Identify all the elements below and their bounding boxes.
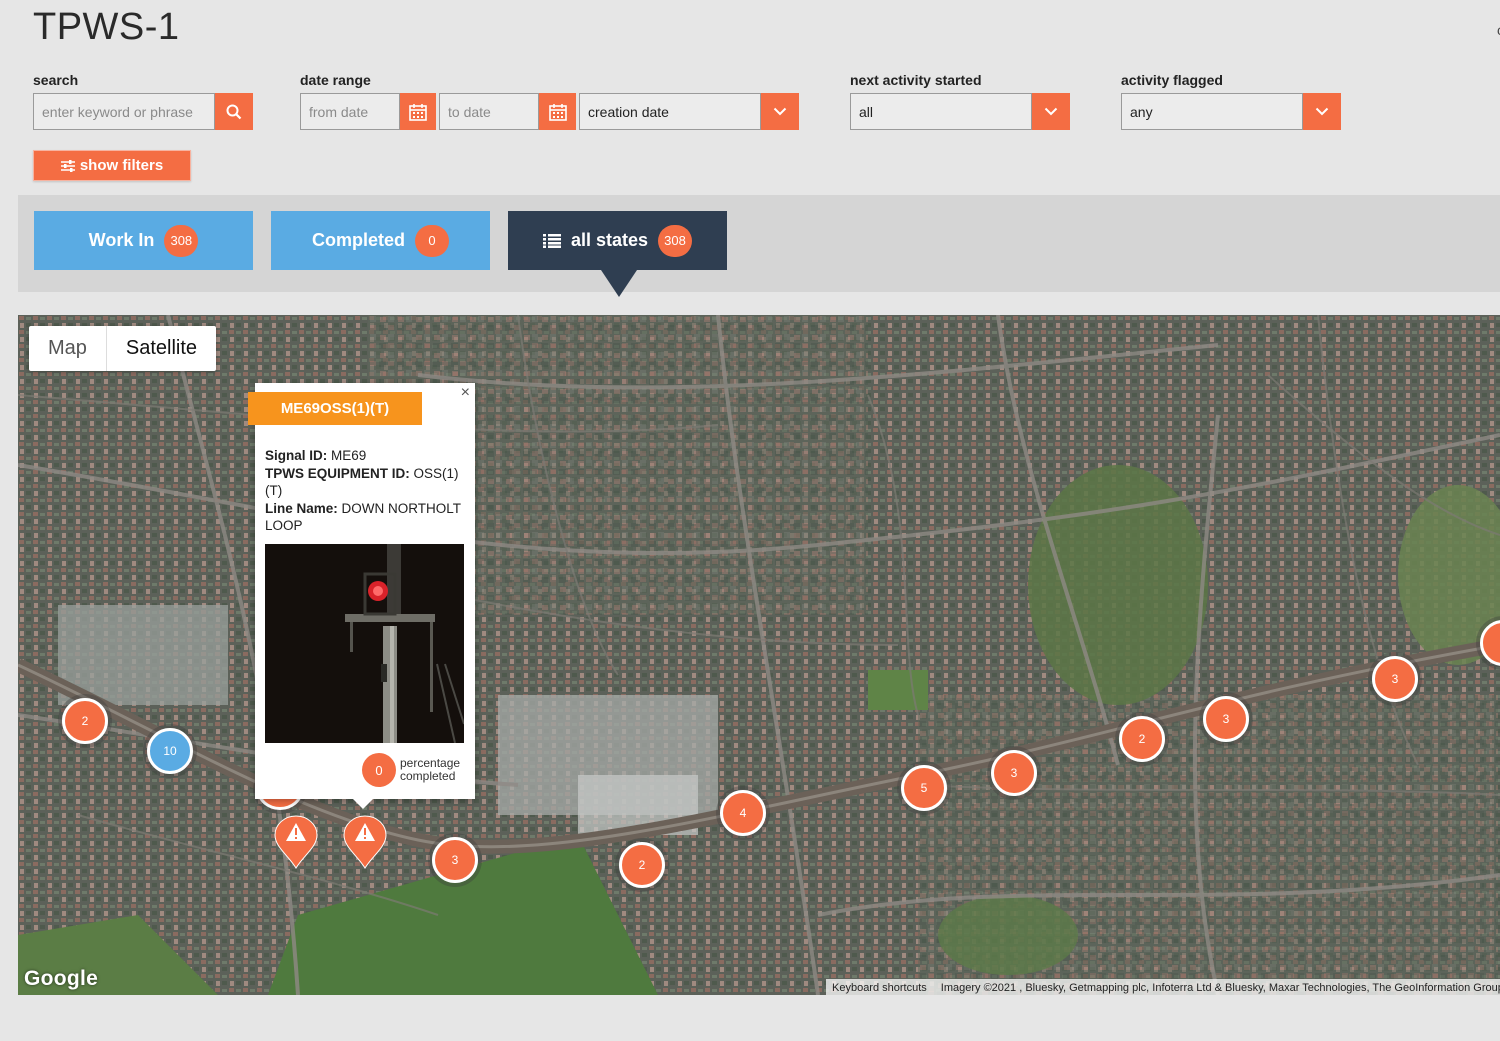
keyboard-shortcuts-link[interactable]: Keyboard shortcuts: [832, 982, 927, 994]
map-cluster-marker[interactable]: 4: [720, 790, 766, 836]
map-cluster-marker[interactable]: 3: [1203, 696, 1249, 742]
date-type-select[interactable]: creation date: [579, 93, 761, 130]
activity-flagged-dropdown-button[interactable]: [1303, 93, 1341, 130]
percentage-badge: 0: [362, 753, 396, 787]
activity-flagged-select[interactable]: any: [1121, 93, 1303, 130]
imagery-credit: Imagery ©2021 , Bluesky, Getmapping plc,…: [940, 981, 1500, 994]
tab-label: Work In: [88, 230, 155, 250]
map-view[interactable]: Map Satellite 2 10 3 2 4 5 3 2 3 3 × ME6…: [18, 315, 1500, 995]
search-icon: [226, 104, 242, 119]
satellite-imagery: [18, 315, 1500, 995]
chevron-down-icon: [1315, 107, 1329, 116]
next-activity-label: next activity started: [850, 72, 982, 88]
calendar-icon: [548, 103, 567, 121]
next-activity-dropdown-button[interactable]: [1032, 93, 1070, 130]
map-cluster-marker[interactable]: 3: [1372, 656, 1418, 702]
search-button[interactable]: [215, 93, 253, 130]
date-range-label: date range: [300, 72, 371, 88]
close-icon[interactable]: ×: [461, 384, 470, 402]
tab-label: Completed: [311, 230, 405, 250]
map-type-control: Map Satellite: [29, 326, 217, 371]
list-icon: [542, 233, 561, 248]
signal-id-value: ME69: [331, 448, 367, 463]
warning-map-pin[interactable]: [274, 815, 318, 869]
count-badge: 308: [658, 224, 693, 257]
show-filters-button[interactable]: show filters: [33, 150, 191, 181]
marker-info-popup: × ME69OSS(1)(T) Signal ID: ME69 TPWS EQU…: [248, 383, 475, 799]
popup-tail: [352, 798, 374, 809]
from-date-calendar-button[interactable]: [400, 93, 436, 130]
map-attribution: Keyboard shortcuts Imagery ©2021 , Blues…: [826, 979, 1500, 995]
chevron-down-icon: [773, 107, 787, 116]
search-label: search: [33, 72, 79, 88]
search-input[interactable]: enter keyword or phrase: [33, 93, 215, 130]
tab-work-in[interactable]: Work In 308: [34, 211, 253, 270]
sliders-icon: [60, 159, 75, 172]
page-title: TPWS-1: [33, 6, 180, 48]
popup-title[interactable]: ME69OSS(1)(T): [248, 392, 422, 425]
date-type-dropdown-button[interactable]: [761, 93, 799, 130]
map-cluster-marker[interactable]: 3: [432, 837, 478, 883]
map-cluster-marker[interactable]: 5: [901, 765, 947, 811]
map-cluster-marker[interactable]: 2: [619, 842, 665, 888]
signal-id-label: Signal ID:: [265, 448, 328, 463]
map-cluster-marker[interactable]: 10: [147, 728, 193, 774]
from-date-input[interactable]: from date: [300, 93, 400, 130]
warning-map-pin[interactable]: [343, 815, 387, 869]
calendar-icon: [409, 103, 427, 121]
activity-flagged-label: activity flagged: [1121, 72, 1223, 88]
tab-completed[interactable]: Completed 0: [271, 211, 490, 270]
percentage-label-line2: completed: [400, 769, 456, 783]
map-cluster-marker[interactable]: 3: [991, 750, 1037, 796]
count-badge: 0: [415, 224, 449, 257]
count-badge: 308: [164, 224, 199, 257]
popup-details: Signal ID: ME69 TPWS EQUIPMENT ID: OSS(1…: [265, 447, 468, 533]
map-cluster-marker[interactable]: 2: [1119, 716, 1165, 762]
show-filters-label: show filters: [79, 157, 164, 174]
percentage-completed: 0 percentage completed: [362, 753, 460, 787]
google-logo: Google: [24, 967, 99, 990]
map-type-map-button[interactable]: Map: [29, 326, 106, 371]
signal-photo: [265, 544, 464, 743]
to-date-input[interactable]: to date: [439, 93, 539, 130]
to-date-calendar-button[interactable]: [539, 93, 576, 130]
tab-all-states[interactable]: all states 308: [508, 211, 727, 270]
tab-label: all states: [570, 230, 649, 250]
line-name-label: Line Name:: [265, 500, 338, 516]
equipment-id-label: TPWS EQUIPMENT ID:: [265, 465, 410, 481]
chevron-down-icon: [1044, 107, 1058, 116]
next-activity-select[interactable]: all: [850, 93, 1032, 130]
map-type-satellite-button[interactable]: Satellite: [105, 326, 216, 371]
map-cluster-marker[interactable]: 2: [62, 698, 108, 744]
active-tab-pointer: [601, 270, 637, 297]
